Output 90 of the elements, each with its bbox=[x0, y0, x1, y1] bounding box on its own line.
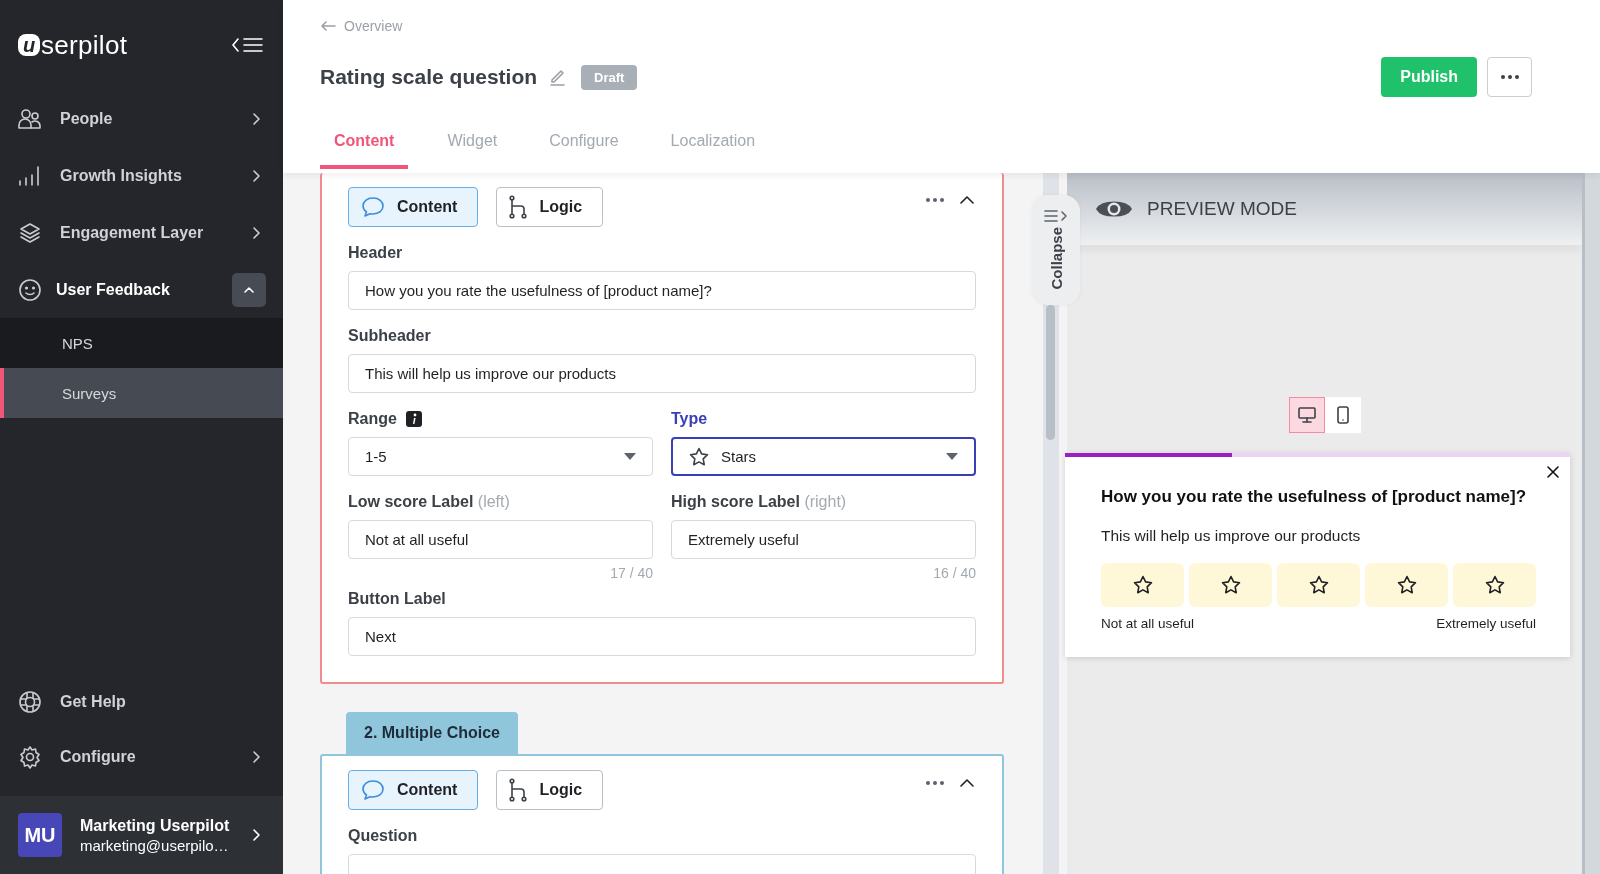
smiley-icon bbox=[18, 277, 42, 302]
text-field[interactable]: This will help us improve our products bbox=[348, 354, 976, 393]
star-icon bbox=[1308, 575, 1329, 595]
field-label: Type bbox=[671, 410, 708, 428]
rating-option[interactable] bbox=[1277, 563, 1360, 607]
branch-icon bbox=[509, 195, 528, 219]
star-icon bbox=[1484, 575, 1505, 595]
chevron-right-icon bbox=[251, 168, 261, 183]
caret-down-icon bbox=[624, 453, 636, 460]
speech-bubble-icon bbox=[361, 779, 385, 801]
caret-down-icon bbox=[946, 453, 958, 460]
question-tab[interactable]: 2. Multiple Choice bbox=[346, 712, 518, 754]
star-icon bbox=[1396, 575, 1417, 595]
layers-icon bbox=[18, 221, 42, 244]
pencil-icon bbox=[549, 68, 566, 86]
edit-button[interactable] bbox=[549, 68, 566, 86]
collapse-button[interactable]: Collapse bbox=[1032, 195, 1080, 305]
mode-toggle[interactable]: Content bbox=[348, 187, 479, 227]
character-counter: 16 / 40 bbox=[932, 565, 976, 581]
dropdown[interactable]: 1-5 bbox=[348, 437, 653, 476]
collapse-panel-icon bbox=[1043, 209, 1069, 223]
monitor-icon bbox=[1297, 407, 1316, 423]
branch-icon bbox=[509, 778, 528, 802]
logo-mark: u bbox=[18, 34, 40, 56]
account-card[interactable]: MU Marketing Userpilot marketing@userpilo… bbox=[0, 796, 283, 874]
scrollbar-thumb[interactable] bbox=[1046, 305, 1055, 440]
character-counter: 17 / 40 bbox=[609, 565, 653, 581]
rating-option[interactable] bbox=[1101, 563, 1184, 607]
nav-item[interactable]: User Feedback bbox=[56, 278, 232, 301]
caret-up-icon bbox=[960, 778, 974, 787]
field-label: Low score Label (left) bbox=[348, 493, 510, 511]
star-icon bbox=[689, 446, 709, 467]
status-badge: Draft bbox=[581, 64, 638, 90]
lifebuoy-icon bbox=[18, 689, 42, 714]
text-field[interactable]: Not at all useful bbox=[348, 520, 653, 559]
more-icon bbox=[1500, 75, 1519, 79]
bar-chart-icon bbox=[18, 164, 42, 187]
nav-item[interactable]: Engagement Layer bbox=[60, 221, 251, 244]
rating-option[interactable] bbox=[1189, 563, 1272, 607]
nav-subitem[interactable]: NPS bbox=[0, 318, 283, 368]
more-icon[interactable] bbox=[926, 780, 944, 785]
caret-up-icon bbox=[960, 195, 974, 204]
field-label: Header bbox=[348, 244, 403, 262]
logo-text: serpilot bbox=[41, 29, 128, 61]
widget-question: How you you rate the usefulness of [product name]? bbox=[1101, 487, 1528, 507]
text-field[interactable]: Next bbox=[348, 617, 976, 656]
device-toggle[interactable] bbox=[1288, 397, 1325, 433]
nav-item[interactable]: People bbox=[60, 107, 251, 130]
low-score-label: Not at all useful bbox=[1101, 616, 1195, 631]
collapse-button[interactable] bbox=[232, 272, 266, 307]
nav-item[interactable]: Growth Insights bbox=[60, 164, 251, 187]
account-name: Marketing Userpilot bbox=[80, 816, 231, 835]
account-email: marketing@userpilo… bbox=[80, 836, 230, 854]
speech-bubble-icon bbox=[361, 196, 385, 218]
preview-title: PREVIEW MODE bbox=[1147, 198, 1297, 220]
dropdown[interactable]: Stars bbox=[671, 437, 976, 476]
star-icon bbox=[1132, 575, 1153, 595]
more-icon[interactable] bbox=[926, 197, 944, 202]
chevron-right-icon bbox=[251, 749, 261, 764]
device-toggle[interactable] bbox=[1324, 397, 1361, 433]
field-label: Button Label bbox=[348, 590, 446, 608]
people-icon bbox=[18, 107, 42, 130]
star-icon bbox=[1220, 575, 1241, 595]
field-label: Subheader bbox=[348, 327, 431, 345]
nav-item[interactable]: Configure bbox=[60, 745, 251, 768]
page-title: Rating scale question bbox=[320, 65, 538, 89]
chevron-right-icon bbox=[251, 225, 261, 240]
field-label: Range bbox=[348, 410, 397, 428]
mode-toggle[interactable]: Logic bbox=[496, 770, 604, 810]
rating-option[interactable] bbox=[1453, 563, 1536, 607]
avatar: MU bbox=[18, 813, 62, 857]
caret-up-icon bbox=[243, 285, 255, 294]
close-icon bbox=[1546, 465, 1560, 479]
nav-item[interactable]: Get Help bbox=[60, 690, 261, 713]
nav-subitem[interactable]: Surveys bbox=[0, 368, 283, 418]
text-field[interactable]: How you you rate the usefulness of [product name]? bbox=[348, 271, 976, 310]
widget-subtitle: This will help us improve our products bbox=[1101, 527, 1362, 545]
mode-toggle[interactable]: Logic bbox=[496, 187, 604, 227]
arrow-left-icon bbox=[320, 20, 336, 32]
settings-icon bbox=[18, 744, 42, 769]
mode-toggle[interactable]: Content bbox=[348, 770, 479, 810]
chevron-right-icon bbox=[251, 111, 261, 126]
rating-option[interactable] bbox=[1365, 563, 1448, 607]
scrollbar[interactable] bbox=[1582, 173, 1600, 874]
high-score-label: Extremely useful bbox=[1436, 616, 1536, 631]
text-field[interactable]: Extremely useful bbox=[671, 520, 976, 559]
chevron-right-icon bbox=[251, 828, 261, 842]
field-label: Question bbox=[348, 827, 418, 845]
field-label: High score Label (right) bbox=[671, 493, 847, 511]
phone-icon bbox=[1336, 406, 1349, 424]
